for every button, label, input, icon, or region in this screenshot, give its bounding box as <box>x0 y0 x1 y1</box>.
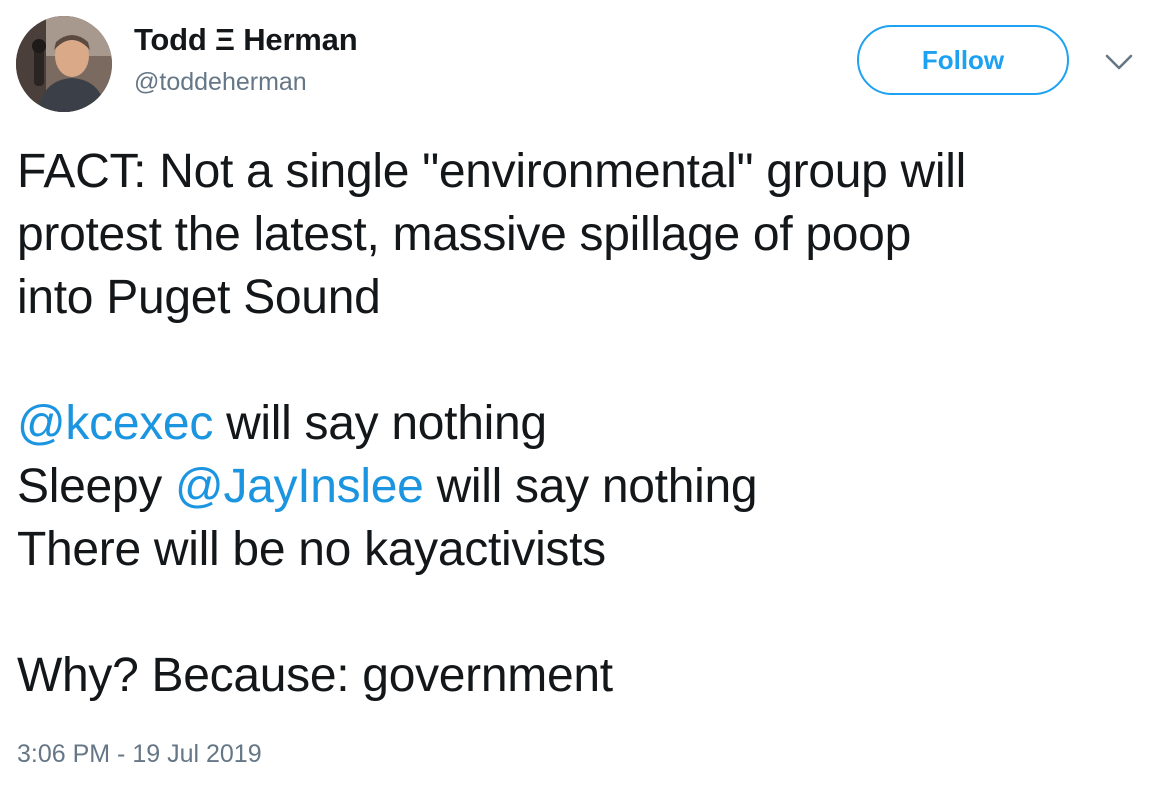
tweet-line: FACT: Not a single "environmental" group… <box>17 145 967 198</box>
tweet-line-text: will say nothing <box>423 460 758 513</box>
tweet-card: Todd Ξ Herman @toddeherman Follow FACT: … <box>0 0 1156 790</box>
tweet-line-text: Sleepy <box>17 460 176 513</box>
line-spacer <box>17 329 1142 392</box>
mention-link-kcexec[interactable]: @kcexec <box>17 397 213 450</box>
avatar-image <box>16 16 112 112</box>
tweet-line: Why? Because: government <box>17 649 613 702</box>
chevron-down-icon[interactable] <box>1103 50 1135 74</box>
mention-link-jayinslee[interactable]: @JayInslee <box>175 460 424 513</box>
tweet-text: FACT: Not a single "environmental" group… <box>17 140 1142 707</box>
avatar[interactable] <box>16 16 112 112</box>
tweet-timestamp[interactable]: 3:06 PM - 19 Jul 2019 <box>17 740 262 769</box>
tweet-line: protest the latest, massive spillage of … <box>17 208 911 261</box>
author-handle[interactable]: @toddeherman <box>134 68 307 97</box>
tweet-line: Sleepy @JayInslee will say nothing <box>17 455 1142 518</box>
tweet-line: @kcexec will say nothing <box>17 392 1142 455</box>
tweet-line: into Puget Sound <box>17 271 381 324</box>
line-spacer <box>17 581 1142 644</box>
author-display-name[interactable]: Todd Ξ Herman <box>134 22 358 58</box>
follow-button[interactable]: Follow <box>857 25 1069 95</box>
tweet-line: There will be no kayactivists <box>17 523 606 576</box>
tweet-line-text: will say nothing <box>213 397 547 450</box>
